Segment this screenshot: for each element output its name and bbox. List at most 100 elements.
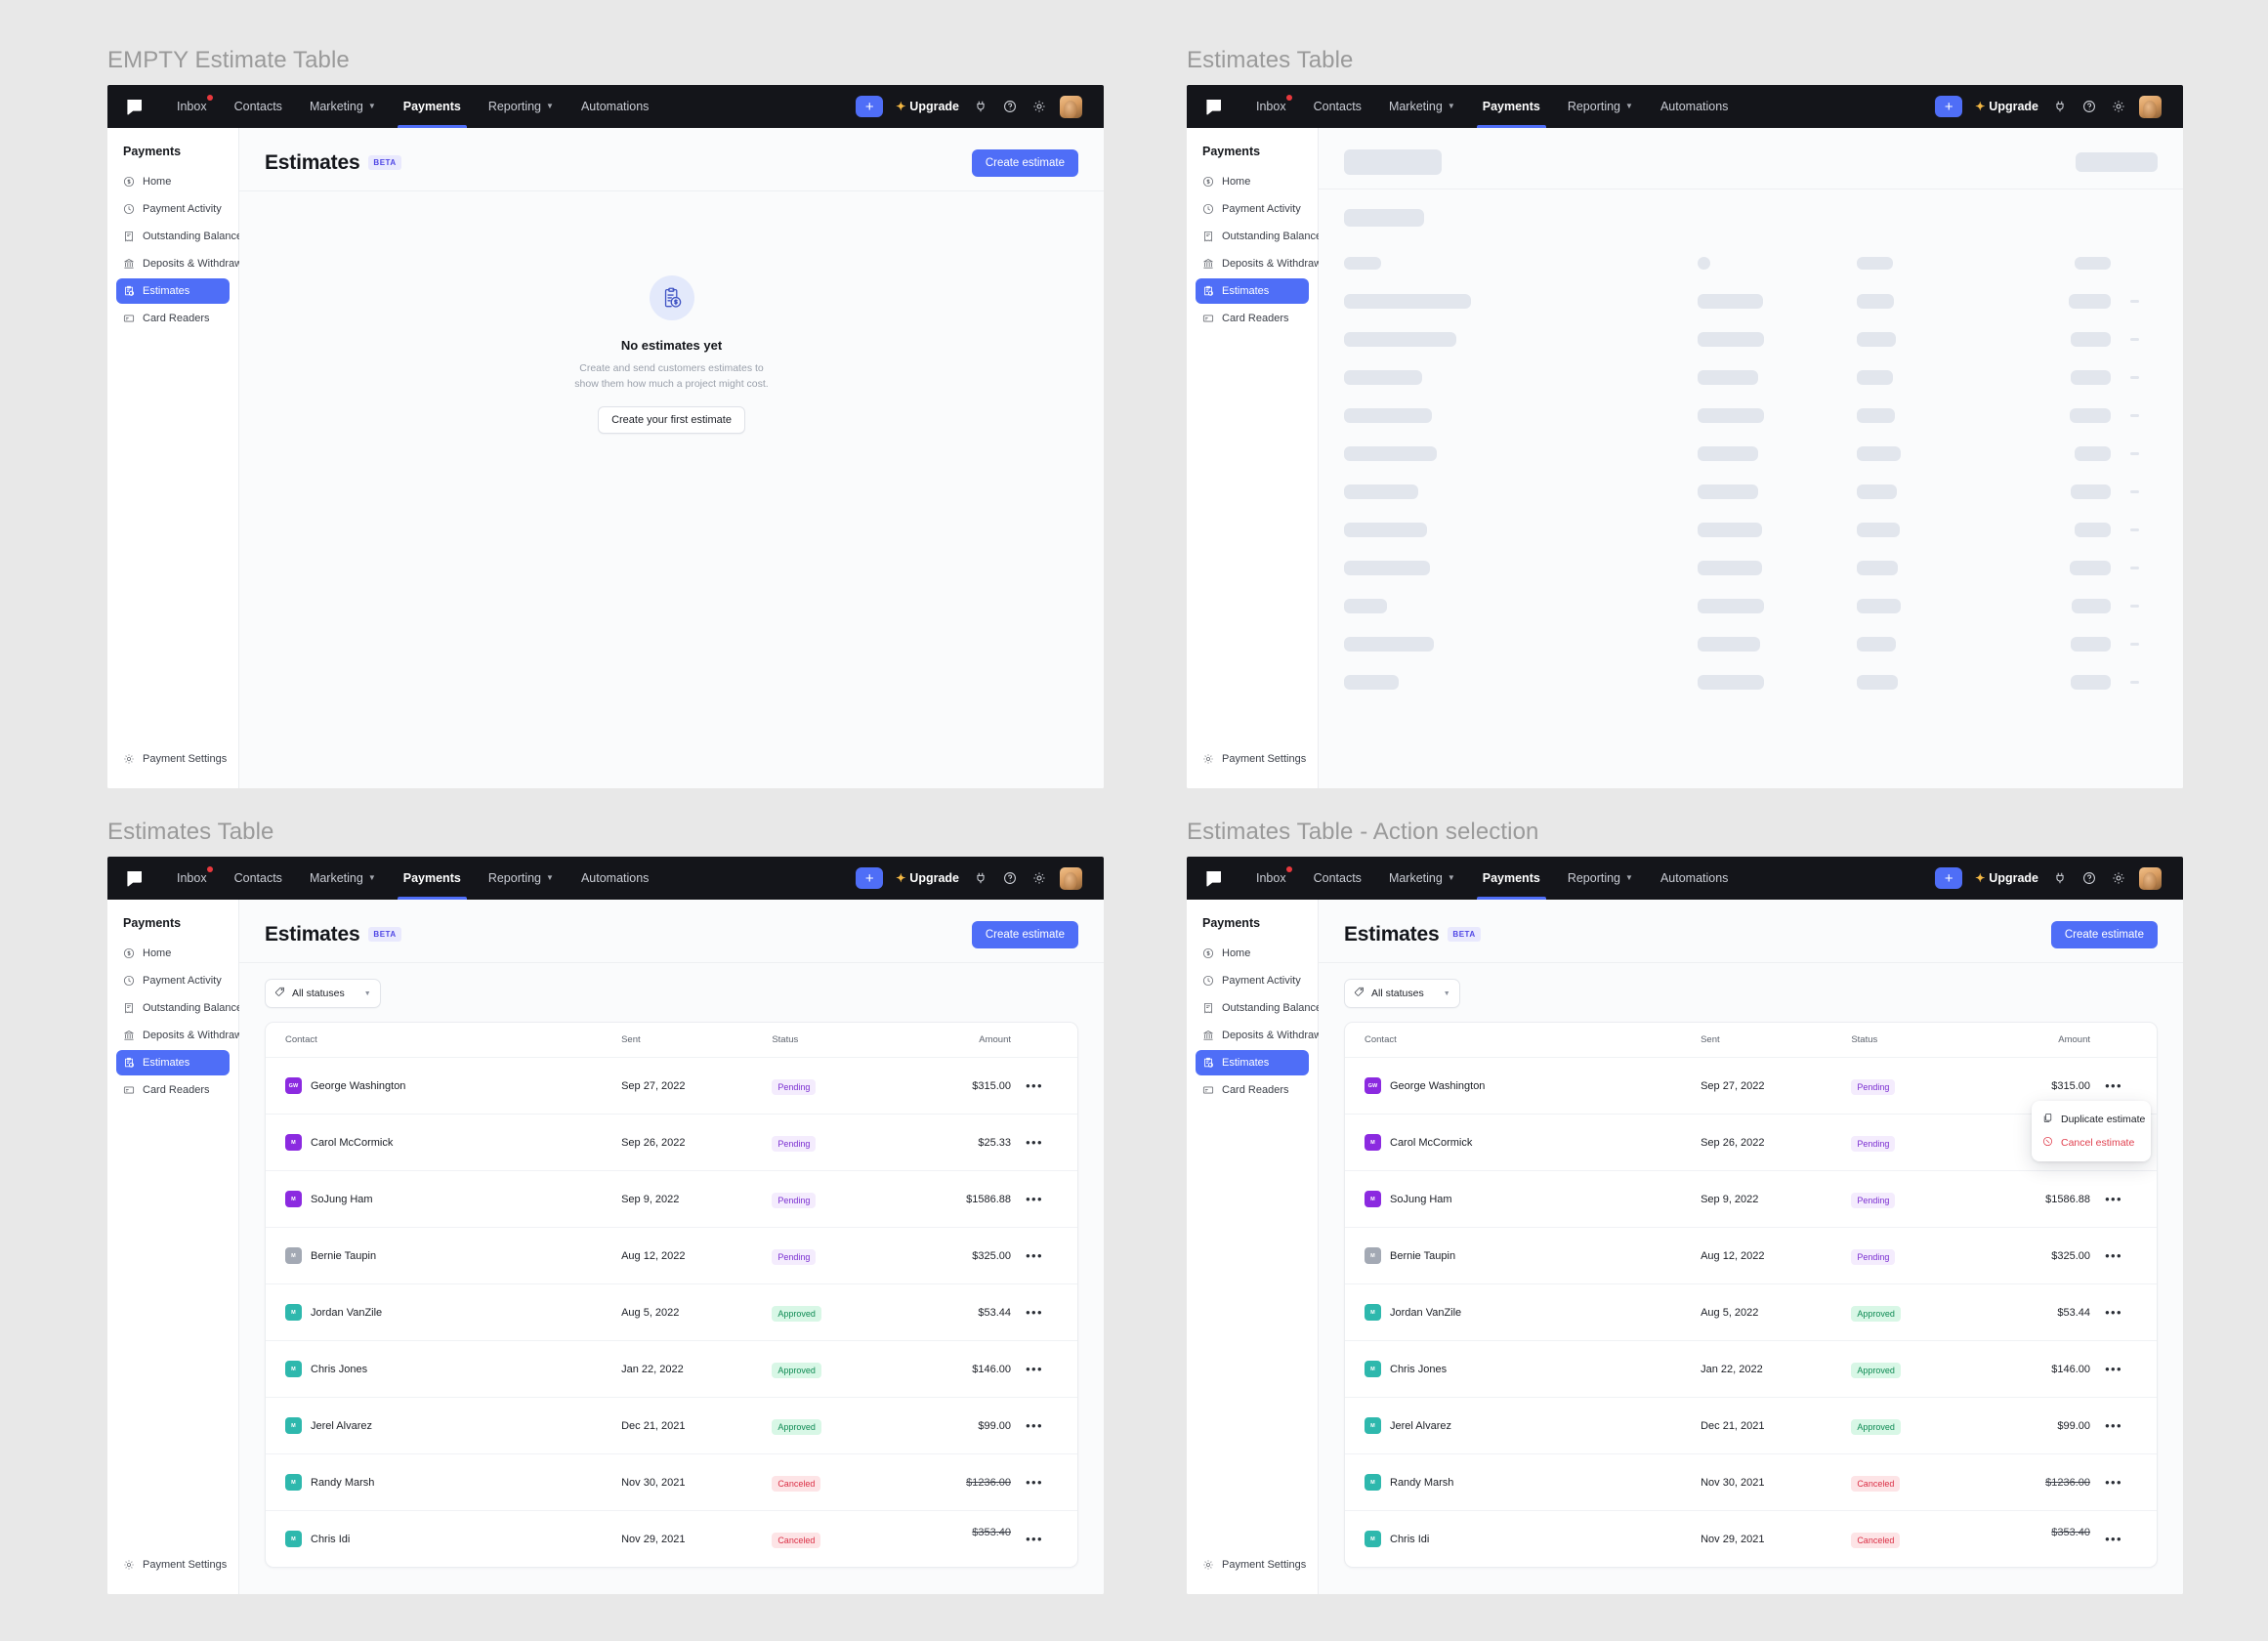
gear-icon[interactable] [2110, 99, 2126, 115]
ellipsis-icon[interactable]: ••• [2105, 1362, 2122, 1376]
ellipsis-icon[interactable]: ••• [1026, 1305, 1043, 1320]
sidebar-item-payment-activity[interactable]: Payment Activity [1196, 196, 1309, 222]
plug-icon[interactable] [972, 99, 988, 115]
nav-item-automations[interactable]: Automations [567, 857, 662, 900]
create-first-estimate-button[interactable]: Create your first estimate [598, 405, 745, 434]
status-filter-dropdown[interactable]: All statuses ▼ [265, 979, 381, 1008]
ellipsis-icon[interactable]: ••• [2105, 1532, 2122, 1546]
ellipsis-icon[interactable]: ••• [2105, 1192, 2122, 1206]
help-circle-icon[interactable] [1001, 99, 1018, 115]
sidebar-item-deposits-withdrawals[interactable]: Deposits & Withdrawals [1196, 1023, 1335, 1048]
cancel-estimate-menu-item[interactable]: Cancel estimate [2032, 1131, 2151, 1155]
table-row[interactable]: M Bernie Taupin Aug 12, 2022 Pending $325.00… [266, 1227, 1077, 1283]
upgrade-button[interactable]: ✦ Upgrade [1975, 100, 2038, 113]
nav-item-contacts[interactable]: Contacts [1300, 857, 1375, 900]
sidebar-item-estimates[interactable]: Estimates [116, 1050, 230, 1075]
gear-icon[interactable] [1030, 99, 1047, 115]
sidebar-item-payment-activity[interactable]: Payment Activity [116, 196, 230, 222]
ellipsis-icon[interactable]: ••• [1026, 1418, 1043, 1433]
upgrade-button[interactable]: ✦ Upgrade [896, 100, 959, 113]
nav-item-inbox[interactable]: Inbox [1242, 857, 1300, 900]
nav-item-payments[interactable]: Payments [390, 85, 475, 128]
plug-icon[interactable] [2051, 870, 2068, 887]
sidebar-item-home[interactable]: Home [116, 941, 230, 966]
sidebar-item-payment-settings[interactable]: Payment Settings [116, 746, 230, 772]
brand-logo-icon[interactable] [125, 98, 144, 116]
table-row[interactable]: GW George Washington Sep 27, 2022 Pending $3… [1345, 1057, 2157, 1161]
nav-item-inbox[interactable]: Inbox [1242, 85, 1300, 128]
sidebar-item-home[interactable]: Home [116, 169, 230, 194]
help-circle-icon[interactable] [2080, 870, 2097, 887]
create-new-button[interactable]: + [1935, 867, 1963, 889]
ellipsis-icon[interactable]: ••• [2105, 1305, 2122, 1320]
nav-item-inbox[interactable]: Inbox [163, 85, 221, 128]
avatar[interactable] [2139, 95, 2162, 118]
create-estimate-button[interactable]: Create estimate [2050, 921, 2158, 948]
brand-logo-icon[interactable] [1204, 98, 1223, 116]
nav-item-marketing[interactable]: Marketing ▼ [1375, 85, 1469, 128]
table-row[interactable]: M Chris Jones Jan 22, 2022 Approved $146.00 •… [1345, 1340, 2157, 1397]
status-filter-dropdown[interactable]: All statuses ▼ [1344, 979, 1460, 1008]
table-row[interactable]: M SoJung Ham Sep 9, 2022 Pending $1586.88 ••• [266, 1170, 1077, 1227]
table-row[interactable]: M Jerel Alvarez Dec 21, 2021 Approved $99.00… [266, 1397, 1077, 1453]
create-estimate-button[interactable]: Create estimate [971, 149, 1078, 177]
ellipsis-icon[interactable]: ••• [1026, 1362, 1043, 1376]
nav-item-reporting[interactable]: Reporting ▼ [1554, 85, 1647, 128]
ellipsis-icon[interactable]: ••• [1026, 1192, 1043, 1206]
ellipsis-icon[interactable]: ••• [1026, 1135, 1043, 1150]
sidebar-item-payment-activity[interactable]: Payment Activity [1196, 968, 1309, 993]
sidebar-item-payment-settings[interactable]: Payment Settings [1196, 746, 1309, 772]
table-row[interactable]: M Randy Marsh Nov 30, 2021 Canceled $1236.00… [1345, 1453, 2157, 1510]
sidebar-item-payment-settings[interactable]: Payment Settings [116, 1552, 230, 1578]
sidebar-item-card-readers[interactable]: Card Readers [116, 306, 230, 331]
nav-item-contacts[interactable]: Contacts [221, 857, 296, 900]
sidebar-item-estimates[interactable]: Estimates [116, 278, 230, 304]
help-circle-icon[interactable] [1001, 870, 1018, 887]
ellipsis-icon[interactable]: ••• [1026, 1532, 1043, 1546]
sidebar-item-estimates[interactable]: Estimates [1196, 1050, 1309, 1075]
nav-item-payments[interactable]: Payments [390, 857, 475, 900]
table-row[interactable]: M Bernie Taupin Aug 12, 2022 Pending $325.00… [1345, 1227, 2157, 1283]
duplicate-estimate-menu-item[interactable]: Duplicate estimate [2032, 1108, 2151, 1131]
nav-item-marketing[interactable]: Marketing ▼ [1375, 857, 1469, 900]
sidebar-item-deposits-withdrawals[interactable]: Deposits & Withdrawals [1196, 251, 1335, 276]
nav-item-reporting[interactable]: Reporting ▼ [475, 857, 567, 900]
table-row[interactable]: M Randy Marsh Nov 30, 2021 Canceled $1236.00… [266, 1453, 1077, 1510]
table-row[interactable]: M Jordan VanZile Aug 5, 2022 Approved $53.44… [1345, 1283, 2157, 1340]
avatar[interactable] [1060, 95, 1082, 118]
sidebar-item-estimates[interactable]: Estimates [1196, 278, 1309, 304]
avatar[interactable] [1060, 866, 1082, 890]
gear-icon[interactable] [2110, 870, 2126, 887]
sidebar-item-payment-settings[interactable]: Payment Settings [1196, 1552, 1309, 1578]
nav-item-payments[interactable]: Payments [1469, 857, 1554, 900]
sidebar-item-card-readers[interactable]: Card Readers [116, 1077, 230, 1103]
table-row[interactable]: GW George Washington Sep 27, 2022 Pending $3… [266, 1057, 1077, 1114]
nav-item-automations[interactable]: Automations [1647, 857, 1742, 900]
table-row[interactable]: M Carol McCormick Sep 26, 2022 Pending $25.3… [266, 1114, 1077, 1170]
plug-icon[interactable] [972, 870, 988, 887]
sidebar-item-card-readers[interactable]: Card Readers [1196, 1077, 1309, 1103]
sidebar-item-outstanding-balances[interactable]: Outstanding Balances [1196, 224, 1327, 249]
ellipsis-icon[interactable]: ••• [1026, 1078, 1043, 1093]
plug-icon[interactable] [2051, 99, 2068, 115]
create-new-button[interactable]: + [856, 867, 884, 889]
nav-item-payments[interactable]: Payments [1469, 85, 1554, 128]
nav-item-reporting[interactable]: Reporting ▼ [1554, 857, 1647, 900]
nav-item-contacts[interactable]: Contacts [221, 85, 296, 128]
nav-item-contacts[interactable]: Contacts [1300, 85, 1375, 128]
ellipsis-icon[interactable]: ••• [2105, 1248, 2122, 1263]
create-new-button[interactable]: + [856, 96, 884, 117]
brand-logo-icon[interactable] [1204, 869, 1223, 888]
sidebar-item-deposits-withdrawals[interactable]: Deposits & Withdrawals [116, 251, 256, 276]
table-row[interactable]: M Jerel Alvarez Dec 21, 2021 Approved $99.00… [1345, 1397, 2157, 1453]
ellipsis-icon[interactable]: ••• [2105, 1078, 2122, 1093]
gear-icon[interactable] [1030, 870, 1047, 887]
sidebar-item-outstanding-balances[interactable]: Outstanding Balances [1196, 995, 1327, 1021]
sidebar-item-outstanding-balances[interactable]: Outstanding Balances [116, 224, 248, 249]
ellipsis-icon[interactable]: ••• [2105, 1418, 2122, 1433]
sidebar-item-home[interactable]: Home [1196, 941, 1309, 966]
table-row[interactable]: M Chris Idi Nov 29, 2021 Canceled $353.40 ••• [266, 1510, 1077, 1567]
table-row[interactable]: M Jordan VanZile Aug 5, 2022 Approved $53.44… [266, 1283, 1077, 1340]
create-new-button[interactable]: + [1935, 96, 1963, 117]
nav-item-inbox[interactable]: Inbox [163, 857, 221, 900]
